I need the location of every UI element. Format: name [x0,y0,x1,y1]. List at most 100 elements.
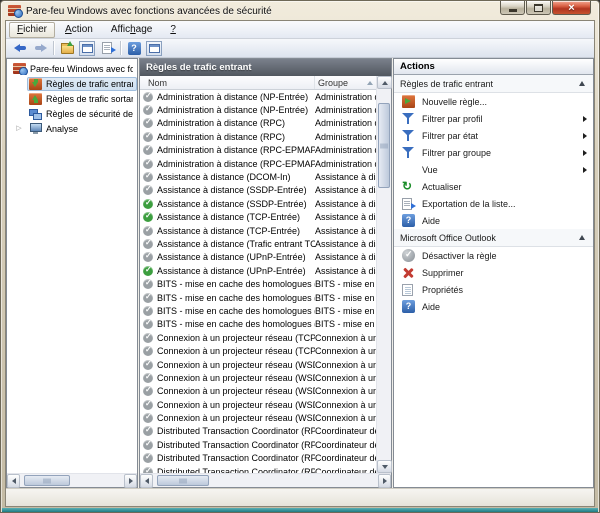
action-item-actualiser[interactable]: Actualiser [394,178,593,195]
rule-row[interactable]: Connexion à un projecteur réseau (TCP-E.… [140,331,376,344]
tree-item-analyse[interactable]: ▷Analyse [7,121,137,136]
action-section-microsoft-office-outlook[interactable]: Microsoft Office Outlook [394,229,593,247]
rule-name-cell: Assistance à distance (UPnP-Entrée) [157,266,315,276]
tree-root-firewall[interactable]: Pare-feu Windows avec fonctio [7,61,137,76]
action-item-filtrer-par-groupe[interactable]: Filtrer par groupe [394,144,593,161]
show-action-pane-button[interactable] [145,40,163,57]
scroll-left-button[interactable] [7,474,20,488]
rule-row[interactable]: Distributed Transaction Coordinator (RP.… [140,452,376,465]
menu-item-action[interactable]: Action [57,22,101,38]
maximize-button[interactable] [526,1,551,15]
up-one-level-button[interactable] [58,40,76,57]
forward-button[interactable] [31,40,49,57]
rule-row[interactable]: Administration à distance (RPC)Administr… [140,130,376,143]
scroll-thumb[interactable] [24,475,70,486]
new-rule-icon [402,95,415,108]
column-header-nom[interactable]: Nom [140,76,315,89]
rule-row[interactable]: Assistance à distance (TCP-Entrée)Assist… [140,211,376,224]
collapse-arrow-icon[interactable] [579,235,585,240]
action-item-nouvelle-regle[interactable]: Nouvelle règle... [394,93,593,110]
rule-row[interactable]: Assistance à distance (SSDP-Entrée)Assis… [140,184,376,197]
help-button[interactable] [125,40,143,57]
action-item-proprietes[interactable]: Propriétés [394,281,593,298]
minimize-button[interactable] [500,1,525,15]
scroll-right-button[interactable] [378,474,391,488]
rule-row[interactable]: BITS - mise en cache des homologues (R..… [140,291,376,304]
tree-item-body: Règles de sécurité de conne [27,107,137,121]
rule-row[interactable]: Distributed Transaction Coordinator (RPC… [140,425,376,438]
scroll-down-button[interactable] [377,460,392,473]
rule-row[interactable]: BITS - mise en cache des homologues (R..… [140,304,376,317]
rule-row[interactable]: Connexion à un projecteur réseau (WSD ..… [140,371,376,384]
scroll-thumb[interactable] [157,475,209,486]
rule-row[interactable]: Administration à distance (RPC-EPMAP)Adm… [140,157,376,170]
menu-item-affichage[interactable]: Affichage [103,22,161,38]
export-list-button[interactable] [98,40,116,57]
rule-row[interactable]: Assistance à distance (Trafic entrant TC… [140,237,376,250]
show-console-tree-button[interactable] [78,40,96,57]
scroll-track[interactable] [377,89,391,460]
action-item-vue[interactable]: Vue [394,161,593,178]
rule-row[interactable]: Distributed Transaction Coordinator (RP.… [140,465,376,473]
list-horizontal-scrollbar[interactable] [140,473,391,487]
rule-name-cell: Administration à distance (RPC) [157,132,315,142]
column-header-row: Nom Groupe [140,76,376,90]
rule-row[interactable]: Assistance à distance (TCP-Entrée)Assist… [140,224,376,237]
column-header-groupe[interactable]: Groupe [315,76,376,89]
scroll-track[interactable] [153,474,378,487]
menu-item-fichier[interactable]: Fichier [9,22,55,38]
rule-disabled-icon [143,159,153,169]
rule-row[interactable]: Administration à distance (NP-Entrée)Adm… [140,103,376,116]
rule-disabled-icon [143,360,153,370]
close-button[interactable]: × [552,1,591,15]
rule-name-cell: Administration à distance (NP-Entrée) [157,105,315,115]
close-icon: × [568,2,574,14]
scroll-track[interactable] [20,474,124,487]
action-item-desactiver-la-regle[interactable]: Désactiver la règle [394,247,593,264]
action-item-aide[interactable]: Aide [394,212,593,229]
expander-icon[interactable]: ▷ [11,121,27,136]
rule-row[interactable]: Assistance à distance (UPnP-Entrée)Assis… [140,251,376,264]
rule-row[interactable]: Administration à distance (RPC)Administr… [140,117,376,130]
rule-row[interactable]: Connexion à un projecteur réseau (WSD ..… [140,358,376,371]
outbound-rules-icon [29,93,42,105]
rule-row[interactable]: Distributed Transaction Coordinator (RPC… [140,438,376,451]
action-item-exportation-de-la-liste[interactable]: Exportation de la liste... [394,195,593,212]
rule-row[interactable]: Connexion à un projecteur réseau (WSD ..… [140,385,376,398]
tree-horizontal-scrollbar[interactable] [7,473,137,487]
rule-row[interactable]: Connexion à un projecteur réseau (WSD-..… [140,411,376,424]
action-item-label: Exportation de la liste... [422,199,587,209]
rule-row[interactable]: Administration à distance (NP-Entrée)Adm… [140,90,376,103]
tree-item-regles-de-trafic-entrant[interactable]: Règles de trafic entrant [7,76,137,91]
collapse-arrow-icon[interactable] [579,81,585,86]
tree-item-regles-de-securite-de-conne[interactable]: Règles de sécurité de conne [7,106,137,121]
tree-item-regles-de-trafic-sortant[interactable]: Règles de trafic sortant [7,91,137,106]
back-button[interactable] [11,40,29,57]
action-section-regles-de-trafic-entrant[interactable]: Règles de trafic entrant [394,75,593,93]
thumb-grip-icon [180,478,187,483]
action-item-aide[interactable]: Aide [394,298,593,315]
rule-row[interactable]: Assistance à distance (UPnP-Entrée)Assis… [140,264,376,277]
list-vertical-scrollbar[interactable] [376,76,391,473]
scroll-right-button[interactable] [124,474,137,488]
scroll-up-button[interactable] [377,76,392,89]
scroll-left-button[interactable] [140,474,153,488]
action-item-filtrer-par-etat[interactable]: Filtrer par état [394,127,593,144]
rule-group-cell: Assistance à distan [315,172,376,182]
scroll-thumb[interactable] [378,103,390,188]
rule-row[interactable]: BITS - mise en cache des homologues (...… [140,318,376,331]
delete-icon [402,266,415,279]
menu-item-help[interactable]: ? [162,22,184,38]
maximize-icon [534,4,543,12]
action-item-supprimer[interactable]: Supprimer [394,264,593,281]
rule-row[interactable]: Connexion à un projecteur réseau (TCP-E.… [140,344,376,357]
connection-security-icon [29,108,42,120]
rule-row[interactable]: BITS - mise en cache des homologues (C..… [140,277,376,290]
rule-row[interactable]: Connexion à un projecteur réseau (WSD ..… [140,398,376,411]
rule-row[interactable]: Assistance à distance (SSDP-Entrée)Assis… [140,197,376,210]
properties-icon [402,284,413,296]
rule-row[interactable]: Assistance à distance (DCOM-In)Assistanc… [140,170,376,183]
rule-row[interactable]: Administration à distance (RPC-EPMAP)Adm… [140,144,376,157]
action-item-filtrer-par-profil[interactable]: Filtrer par profil [394,110,593,127]
window-controls: × [500,1,591,15]
